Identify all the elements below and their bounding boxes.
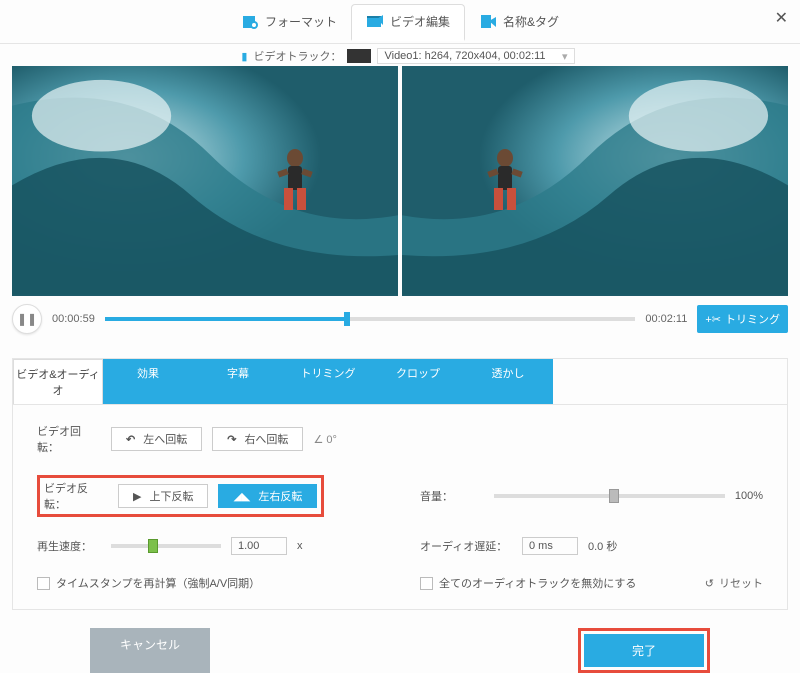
top-tab-bar: フォーマット ビデオ編集 名称&タグ ✕: [0, 0, 800, 44]
ptab-watermark[interactable]: 透かし: [463, 359, 553, 404]
track-label: ビデオトラック：: [253, 48, 341, 64]
flip-horizontal-button[interactable]: ◢◣左右反転: [218, 484, 317, 508]
undo-icon: ↶: [126, 433, 135, 446]
rotate-label: ビデオ回転：: [37, 423, 101, 455]
rotate-angle: ∠ 0°: [313, 433, 336, 446]
settings-panel: ビデオ&オーディオ 効果 字幕 トリミング クロップ 透かし ビデオ回転： ↶左…: [12, 358, 788, 610]
tab-edit[interactable]: ビデオ編集: [351, 4, 465, 41]
track-row: ▮ ビデオトラック： Video1: h264, 720x404, 00:02:…: [0, 44, 800, 66]
reset-icon: ↺: [705, 577, 714, 590]
speed-input[interactable]: 1.00: [231, 537, 287, 555]
footer: キャンセル 完了: [0, 610, 800, 673]
ptab-subtitle[interactable]: 字幕: [193, 359, 283, 404]
speed-row: 再生速度： 1.00 x: [37, 537, 380, 555]
seek-bar[interactable]: [105, 317, 636, 321]
delay-input[interactable]: 0 ms: [522, 537, 578, 555]
tag-icon: [479, 13, 497, 31]
video-compare: ▷ 元ビデオ プレビュー 🔍: [0, 66, 800, 296]
rotate-row: ビデオ回転： ↶左へ回転 ↷右へ回転 ∠ 0°: [37, 423, 380, 455]
ptab-effect[interactable]: 効果: [103, 359, 193, 404]
redo-icon: ↷: [227, 433, 236, 446]
done-highlight: 完了: [578, 628, 710, 673]
volume-value: 100%: [735, 490, 763, 502]
tab-meta[interactable]: 名称&タグ: [465, 5, 573, 39]
source-video: ▷ 元ビデオ: [12, 66, 398, 296]
flip-vertical-button[interactable]: ▶上下反転: [118, 484, 208, 508]
track-select[interactable]: Video1: h264, 720x404, 00:02:11▾: [377, 48, 574, 64]
volume-slider[interactable]: [494, 494, 725, 498]
flip-v-icon: ▶: [133, 490, 141, 503]
reset-button[interactable]: ↺リセット: [705, 575, 763, 591]
flip-h-icon: ◢◣: [233, 490, 250, 503]
delay-label: オーディオ遅延：: [420, 538, 512, 554]
recalc-label: タイムスタンプを再計算（強制A/V同期）: [56, 575, 260, 591]
ptab-video-audio[interactable]: ビデオ&オーディオ: [13, 359, 103, 404]
track-thumb: [347, 49, 371, 63]
tab-format-label: フォーマット: [265, 13, 337, 30]
format-icon: [241, 13, 259, 31]
delay-alt: 0.0 秒: [588, 538, 617, 554]
tab-edit-label: ビデオ編集: [390, 13, 450, 30]
rotate-right-button[interactable]: ↷右へ回転: [212, 427, 303, 451]
pause-button[interactable]: ❚❚: [12, 304, 42, 334]
panel-tabs: ビデオ&オーディオ 効果 字幕 トリミング クロップ 透かし: [13, 359, 787, 405]
timeline: ❚❚ 00:00:59 00:02:11 +✂トリミング: [0, 296, 800, 340]
volume-row: 音量： 100%: [420, 475, 763, 517]
tab-format[interactable]: フォーマット: [227, 5, 351, 39]
done-button[interactable]: 完了: [584, 634, 704, 667]
flip-label: ビデオ反転：: [44, 480, 108, 512]
delay-row: オーディオ遅延： 0 ms 0.0 秒: [420, 537, 763, 555]
ptab-crop[interactable]: クロップ: [373, 359, 463, 404]
tab-meta-label: 名称&タグ: [503, 13, 559, 30]
cancel-button[interactable]: キャンセル: [90, 628, 210, 673]
speed-unit: x: [297, 540, 303, 552]
speed-label: 再生速度：: [37, 538, 101, 554]
speed-slider[interactable]: [111, 544, 221, 548]
recalc-row: タイムスタンプを再計算（強制A/V同期）: [37, 575, 380, 591]
disable-audio-label: 全てのオーディオトラックを無効にする: [439, 575, 636, 591]
time-current: 00:00:59: [52, 313, 95, 325]
time-total: 00:02:11: [645, 313, 687, 325]
ptab-trim[interactable]: トリミング: [283, 359, 373, 404]
trim-button[interactable]: +✂トリミング: [697, 305, 788, 333]
recalc-checkbox[interactable]: [37, 577, 50, 590]
flip-row: ビデオ反転： ▶上下反転 ◢◣左右反転: [37, 475, 324, 517]
volume-label: 音量：: [420, 488, 484, 504]
track-marker-icon: ▮: [241, 50, 247, 63]
disable-audio-row: 全てのオーディオトラックを無効にする: [420, 575, 636, 591]
rotate-left-button[interactable]: ↶左へ回転: [111, 427, 202, 451]
preview-video: プレビュー 🔍: [402, 66, 788, 296]
scissors-icon: +✂: [705, 313, 721, 326]
edit-icon: [366, 13, 384, 31]
close-icon[interactable]: ✕: [775, 8, 788, 28]
disable-audio-checkbox[interactable]: [420, 577, 433, 590]
